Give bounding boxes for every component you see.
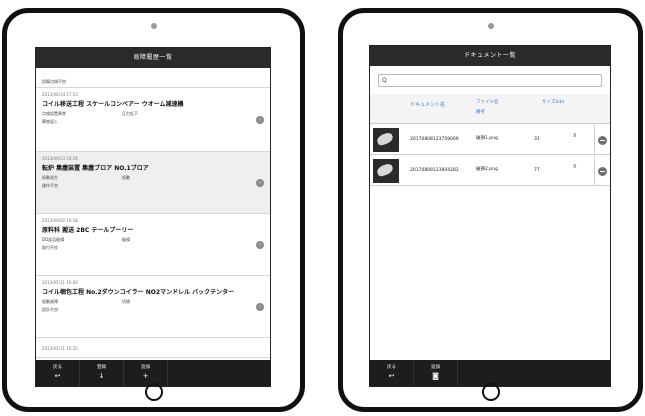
document-name: 20170808123804283 (410, 168, 459, 173)
file-size: 31 (534, 137, 540, 142)
file-name: 破損2.png (476, 167, 498, 172)
camera-dot (487, 23, 494, 29)
home-button[interactable] (481, 383, 500, 401)
item-cause: DD部品破損 (42, 237, 65, 242)
plus-icon: + (142, 372, 149, 380)
item-cause: 異物混入 (42, 119, 58, 124)
table-header: ドキュメント名 ファイル名 備考 サイズ(kb) (370, 94, 610, 124)
table-row[interactable]: 20170808123759069 破損1.png 31 X (370, 125, 610, 155)
list-item[interactable]: 設備点検不良 (36, 68, 270, 88)
chevron-right-icon[interactable]: › (256, 115, 264, 124)
back-button[interactable]: 戻る ↩ (36, 360, 80, 386)
item-cause: 操作不良 (42, 183, 58, 188)
delete-icon[interactable] (598, 136, 607, 145)
item-cause: 振動発生 (42, 175, 58, 180)
item-phenomenon: 振動 (122, 175, 130, 180)
item-title: コイル梱包工程 No.2ダウンコイラー NO2マンドレル バックテンター (42, 289, 235, 296)
file-size: 77 (534, 168, 540, 173)
right-tablet: ドキュメント一覧 Q ドキュメント名 ファイル名 備考 サイズ(kb) 2017… (338, 8, 643, 412)
item-date: 2013/06/14 17:53 (42, 92, 78, 97)
item-phenomenon: 破損 (122, 237, 130, 242)
col-file-name: ファイル名 (476, 100, 499, 105)
item-title: コイル移送工程 スケールコンベアー ウオーム減速機 (42, 101, 184, 108)
x-mark: X (573, 133, 577, 139)
left-tablet: 故障履歴一覧 設備点検不良 2013/06/14 17:53 コイル移送工程 ス… (2, 8, 305, 412)
back-icon: ↩ (388, 372, 395, 380)
item-cause: 点検設置異常 (42, 111, 66, 116)
item-date: 2013/06/13 10:28 (42, 156, 78, 161)
page-title: 故障履歴一覧 (36, 48, 270, 68)
file-name: 破損1.png (476, 136, 498, 141)
back-icon: ↩ (54, 372, 61, 380)
item-cause: 設計不良 (42, 307, 58, 312)
document-name: 20170808123759069 (410, 137, 459, 142)
chevron-right-icon[interactable]: › (256, 302, 264, 311)
search-input[interactable]: Q (378, 74, 602, 87)
col-note: 備考 (476, 110, 485, 115)
table-row[interactable]: 20170808123804283 破損2.png 77 X (370, 156, 610, 186)
camera-dot (150, 23, 157, 29)
add-button[interactable]: 追加 + (124, 360, 168, 386)
camera-icon: ◙ (432, 372, 439, 380)
add-photo-button[interactable]: 追加 ◙ (414, 360, 458, 386)
item-cause: 設備点検不良 (42, 79, 66, 84)
register-button[interactable]: 登録 ↓ (80, 360, 124, 386)
x-mark: X (573, 164, 577, 170)
item-title: 転炉 集塵装置 集塵ブロア NO.1ブロア (42, 165, 149, 172)
home-button[interactable] (144, 383, 163, 401)
list-item[interactable]: 2013/06/13 10:28 転炉 集塵装置 集塵ブロア NO.1ブロア 振… (36, 152, 270, 214)
document-thumbnail[interactable] (373, 159, 399, 183)
item-cause: 振動故障 (42, 299, 58, 304)
item-date: 2013/05/11 10:00 (42, 280, 78, 285)
col-document-name: ドキュメント名 (410, 102, 446, 108)
item-date: 2013/06/02 10:18 (42, 218, 78, 223)
col-size: サイズ(kb) (542, 100, 565, 105)
item-phenomenon: 圧力低下 (122, 111, 138, 116)
list-item[interactable]: 2013/06/14 17:53 コイル移送工程 スケールコンベアー ウオーム減… (36, 88, 270, 152)
left-screen: 故障履歴一覧 設備点検不良 2013/06/14 17:53 コイル移送工程 ス… (35, 47, 271, 387)
search-icon: Q (382, 77, 387, 84)
item-title: 原料科 搬送 2BC テールプーリー (42, 227, 134, 234)
list-item[interactable]: 2013/05/11 10:20 (36, 338, 270, 358)
item-cause: 取付不良 (42, 245, 58, 250)
list-item[interactable]: 2013/05/11 10:00 コイル梱包工程 No.2ダウンコイラー NO2… (36, 276, 270, 338)
document-thumbnail[interactable] (373, 128, 399, 152)
delete-icon[interactable] (598, 167, 607, 176)
failure-history-list[interactable]: 設備点検不良 2013/06/14 17:53 コイル移送工程 スケールコンベア… (36, 68, 270, 360)
right-screen: ドキュメント一覧 Q ドキュメント名 ファイル名 備考 サイズ(kb) 2017… (369, 45, 611, 387)
chevron-right-icon[interactable]: › (256, 178, 264, 187)
page-title: ドキュメント一覧 (370, 46, 610, 66)
download-icon: ↓ (98, 372, 105, 380)
item-phenomenon: 切損 (122, 299, 130, 304)
back-button[interactable]: 戻る ↩ (370, 360, 414, 386)
list-item[interactable]: 2013/06/02 10:18 原料科 搬送 2BC テールプーリー DD部品… (36, 214, 270, 276)
chevron-right-icon[interactable]: › (256, 240, 264, 249)
item-date: 2013/05/11 10:20 (42, 346, 78, 351)
